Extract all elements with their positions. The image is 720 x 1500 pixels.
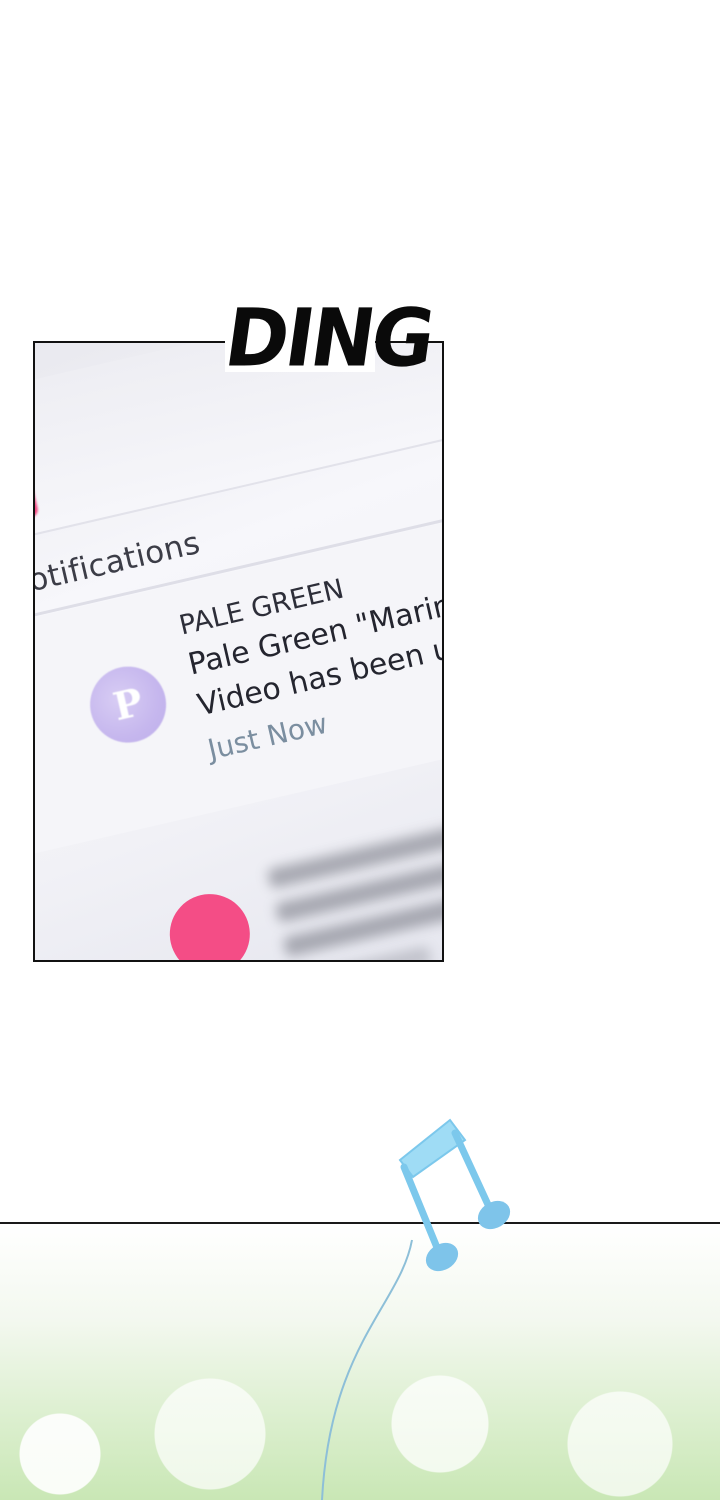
blurred-text-line [320,945,433,960]
comic-page: Notifications P PALE GREEN Pale Green "M… [0,0,720,1500]
blurred-notification-avatar [161,886,258,960]
ding-sound-effect: DING [219,290,438,385]
music-note-icon [321,1118,511,1500]
phone-panel: Notifications P PALE GREEN Pale Green "M… [33,341,444,962]
phone-screen: Notifications P PALE GREEN Pale Green "M… [35,343,442,960]
